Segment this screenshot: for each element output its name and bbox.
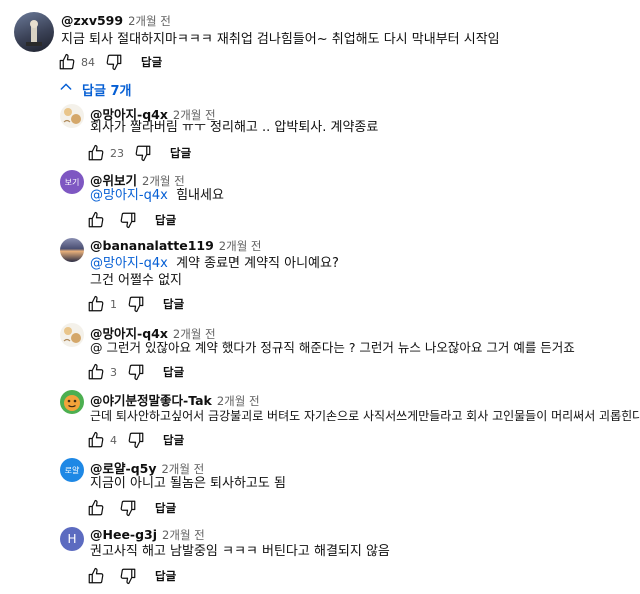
author-name[interactable]: @bananalatte119 [90, 238, 214, 253]
dislike-icon[interactable] [127, 295, 145, 313]
reply-button[interactable]: 답글 [163, 432, 184, 448]
like-icon[interactable] [87, 567, 105, 585]
reply-text-line2: 그건 어쩔수 없지 [90, 273, 182, 288]
reply-time[interactable]: 2개월 전 [161, 462, 204, 476]
reply-author[interactable]: @Hee-g3j 2개월 전 [90, 527, 205, 543]
reply-actions: 1 답글 [87, 294, 184, 314]
like-icon[interactable] [87, 363, 105, 381]
reply-button[interactable]: 답글 [163, 296, 184, 312]
reply-body: 힘내세요 [176, 188, 224, 203]
reply-actions: 4 답글 [87, 430, 184, 450]
like-icon[interactable] [87, 499, 105, 517]
author-name[interactable]: @위보기 [90, 173, 137, 188]
reply-button[interactable]: 답글 [155, 212, 176, 228]
avatar[interactable]: 보기 [60, 170, 84, 194]
avatar[interactable]: H [60, 527, 84, 551]
mention-link[interactable]: @망아지-q4x [90, 188, 168, 203]
reply-actions: 답글 [87, 566, 176, 586]
dislike-icon[interactable] [105, 53, 123, 71]
like-icon[interactable] [87, 144, 105, 162]
like-icon[interactable] [87, 211, 105, 229]
avatar[interactable] [14, 12, 54, 52]
reply-button[interactable]: 답글 [155, 500, 176, 516]
comment-actions: 84 답글 [58, 52, 162, 72]
reply-text: 회사가 짤라버림 ㅠㅜ 정리해고 .. 압박퇴사. 계약종료 [90, 120, 379, 135]
comment-author[interactable]: @zxv599 2개월 전 [61, 13, 171, 29]
like-icon[interactable] [58, 53, 76, 71]
dislike-icon[interactable] [134, 144, 152, 162]
replies-toggle-button[interactable]: 답글 7개 [58, 79, 131, 99]
dislike-icon[interactable] [127, 431, 145, 449]
author-name[interactable]: @야기분정말좋다-Tak [90, 393, 212, 408]
avatar-initials: H [67, 532, 77, 546]
reply-time[interactable]: 2개월 전 [142, 174, 185, 188]
reply-actions: 23 답글 [87, 143, 191, 163]
avatar-initials: 로얄 [64, 465, 80, 475]
like-icon[interactable] [87, 431, 105, 449]
reply-body: 계약 종료면 계약직 아니예요? [176, 256, 339, 271]
reply-time[interactable]: 2개월 전 [219, 239, 262, 253]
reply-text: 지금이 아니고 될놈은 퇴사하고도 됨 [90, 476, 286, 491]
reply-actions: 3 답글 [87, 362, 184, 382]
dislike-icon[interactable] [119, 567, 137, 585]
avatar[interactable] [60, 104, 84, 128]
like-count: 4 [110, 433, 117, 447]
dislike-icon[interactable] [119, 499, 137, 517]
reply-time[interactable]: 2개월 전 [162, 528, 205, 542]
reply-text: 근데 퇴사안하고싶어서 금강불괴로 버텨도 자기손으로 사직서쓰게만들라고 회사… [90, 409, 640, 423]
reply-text: @ 그런거 있잖아요 계약 했다가 정규직 해준다는 ? 그런거 뉴스 나오잖아… [90, 340, 575, 355]
reply-actions: 답글 [87, 498, 176, 518]
like-count: 3 [110, 365, 117, 379]
mention-link[interactable]: @망아지-q4x [90, 256, 168, 271]
author-name[interactable]: @Hee-g3j [90, 527, 157, 542]
avatar-initials: 보기 [64, 177, 80, 187]
avatar[interactable] [60, 323, 84, 347]
reply-text: 권고사직 해고 남발중임 ㅋㅋㅋ 버틴다고 해결되지 않음 [90, 544, 390, 559]
reply-actions: 답글 [87, 210, 176, 230]
reply-button[interactable]: 답글 [141, 54, 162, 70]
reply-button[interactable]: 답글 [163, 364, 184, 380]
reply-button[interactable]: 답글 [155, 568, 176, 584]
author-name[interactable]: @zxv599 [61, 13, 123, 28]
replies-count-label: 답글 7개 [82, 83, 132, 99]
chevron-up-icon [58, 79, 74, 99]
reply-button[interactable]: 답글 [170, 145, 191, 161]
reply-author[interactable]: @bananalatte119 2개월 전 [90, 238, 262, 254]
reply-text: @망아지-q4x 계약 종료면 계약직 아니예요? [90, 255, 339, 273]
avatar[interactable]: 로얄 [60, 458, 84, 482]
reply-text: @망아지-q4x 힘내세요 [90, 187, 224, 205]
like-count: 1 [110, 297, 117, 311]
reply-time[interactable]: 2개월 전 [217, 394, 260, 408]
comment-time[interactable]: 2개월 전 [128, 14, 171, 28]
avatar[interactable] [60, 238, 84, 262]
comment-text: 지금 퇴사 절대하지마ㅋㅋㅋ 재취업 검나힘들어~ 취업해도 다시 막내부터 시… [61, 32, 500, 47]
like-icon[interactable] [87, 295, 105, 313]
avatar[interactable] [60, 390, 84, 414]
like-count: 84 [81, 55, 95, 69]
dislike-icon[interactable] [127, 363, 145, 381]
like-count: 23 [110, 146, 124, 160]
dislike-icon[interactable] [119, 211, 137, 229]
author-name[interactable]: @로얄-q5y [90, 461, 156, 476]
